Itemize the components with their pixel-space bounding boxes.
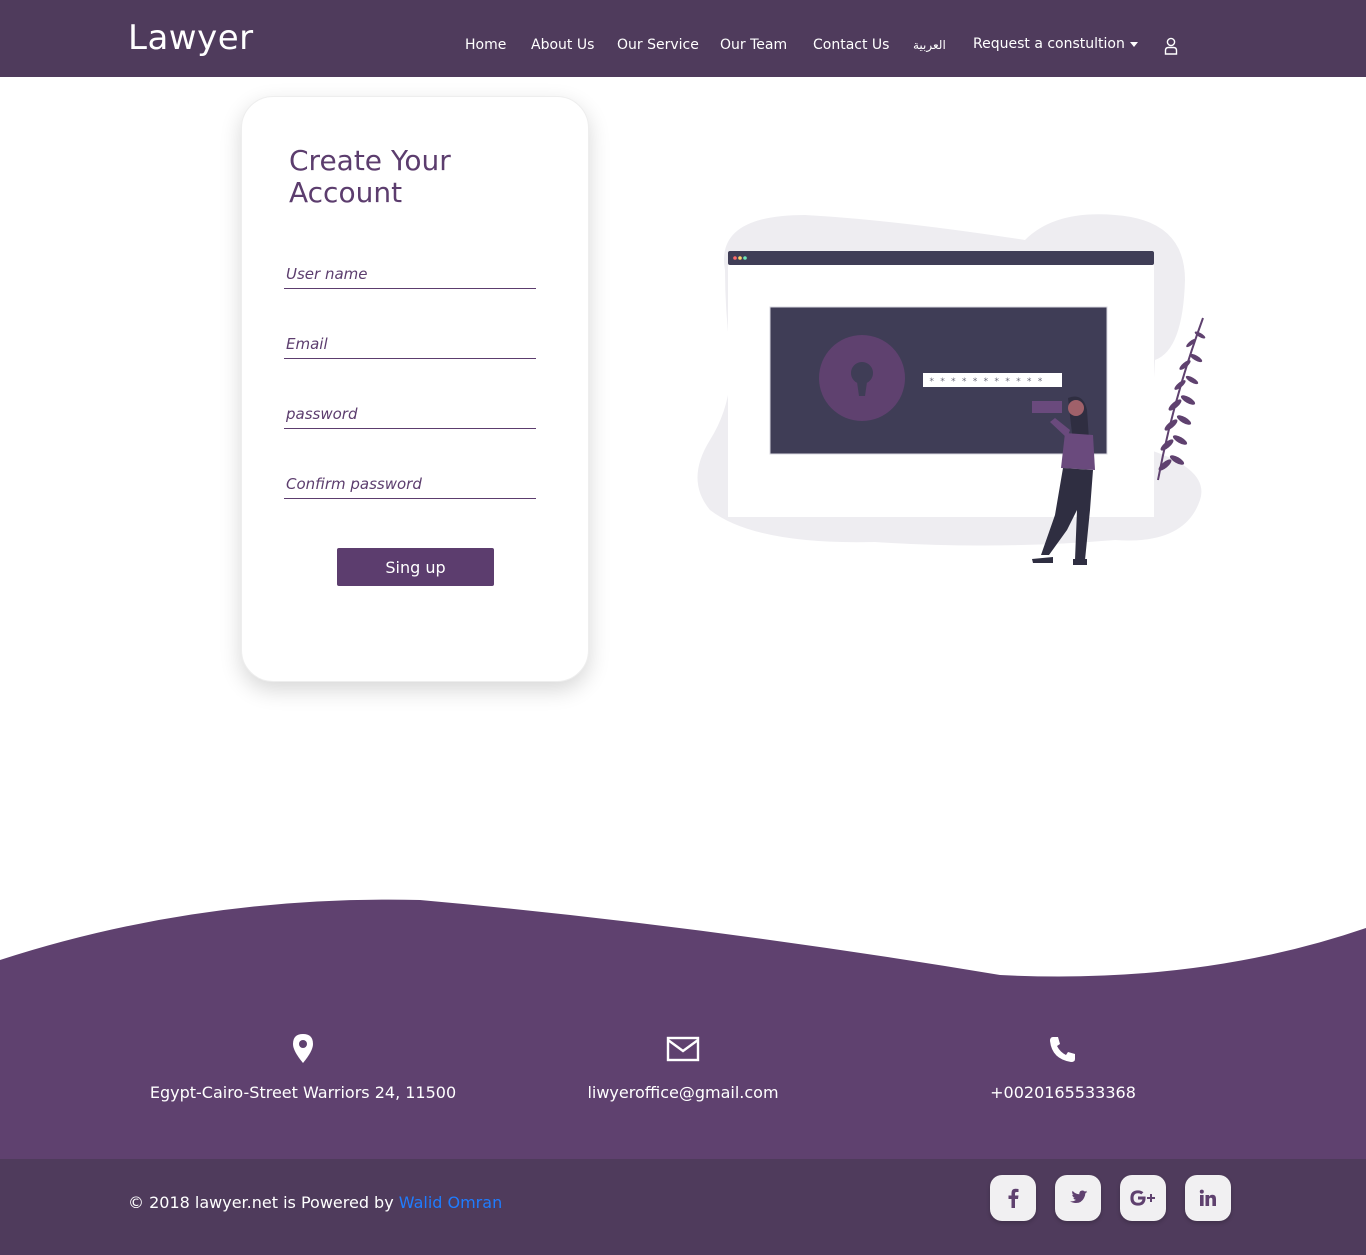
navbar: Lawyer Home About Us Our Service Our Tea…: [0, 0, 1366, 77]
copyright-text: © 2018 lawyer.net is Powered by: [128, 1193, 399, 1212]
nav-request-dropdown[interactable]: Request a constultion: [973, 36, 1138, 52]
signup-button[interactable]: Sing up: [337, 548, 494, 586]
nav-contact-us[interactable]: Contact Us: [813, 37, 889, 53]
twitter-icon: [1069, 1190, 1088, 1203]
username-input[interactable]: [284, 259, 536, 289]
author-link[interactable]: Walid Omran: [399, 1193, 502, 1212]
linkedin-icon: [1199, 1189, 1216, 1206]
contact-phone: +0020165533368: [863, 1033, 1263, 1102]
user-icon[interactable]: [1163, 37, 1179, 55]
contact-email-text[interactable]: liwyeroffice@gmail.com: [587, 1083, 778, 1102]
footer-bottom: © 2018 lawyer.net is Powered by Walid Om…: [0, 1159, 1366, 1255]
contact-address-text: Egypt-Cairo-Street Warriors 24, 11500: [149, 1083, 457, 1102]
brand-logo[interactable]: Lawyer: [128, 18, 254, 58]
copyright: © 2018 lawyer.net is Powered by Walid Om…: [128, 1193, 502, 1212]
card-title: Create Your Account: [289, 144, 451, 209]
nav-request-label: Request a constultion: [973, 36, 1125, 52]
footer-wave: [0, 899, 1366, 990]
caret-down-icon: [1129, 41, 1138, 47]
envelope-icon: [666, 1036, 700, 1062]
footer-contacts: Egypt-Cairo-Street Warriors 24, 11500 li…: [0, 985, 1366, 1160]
illustration-button: [1032, 401, 1062, 413]
nav-our-service[interactable]: Our Service: [617, 37, 699, 53]
nav-arabic[interactable]: العربية: [913, 38, 946, 52]
twitter-button[interactable]: [1055, 1175, 1101, 1221]
contact-address: Egypt-Cairo-Street Warriors 24, 11500: [103, 1033, 503, 1102]
signup-card: Create Your Account Sing up: [241, 96, 589, 682]
confirm-password-input[interactable]: [284, 469, 536, 499]
map-marker-icon: [293, 1034, 313, 1063]
nav-about-us[interactable]: About Us: [531, 37, 594, 53]
nav-home[interactable]: Home: [465, 37, 506, 53]
password-mask: * * * * * * * * * * *: [929, 377, 1043, 387]
browser-bar: [728, 251, 1154, 265]
contact-phone-text[interactable]: +0020165533368: [990, 1083, 1136, 1102]
contact-email: liwyeroffice@gmail.com: [483, 1033, 883, 1102]
facebook-button[interactable]: [990, 1175, 1036, 1221]
nav-our-team[interactable]: Our Team: [720, 37, 787, 53]
facebook-icon: [1008, 1188, 1019, 1208]
google-plus-button[interactable]: [1120, 1175, 1166, 1221]
email-input[interactable]: [284, 329, 536, 359]
linkedin-button[interactable]: [1185, 1175, 1231, 1221]
google-plus-icon: [1130, 1190, 1155, 1206]
phone-icon: [1050, 1037, 1075, 1062]
password-input[interactable]: [284, 399, 536, 429]
login-illustration: * * * * * * * * * * *: [697, 214, 1206, 565]
